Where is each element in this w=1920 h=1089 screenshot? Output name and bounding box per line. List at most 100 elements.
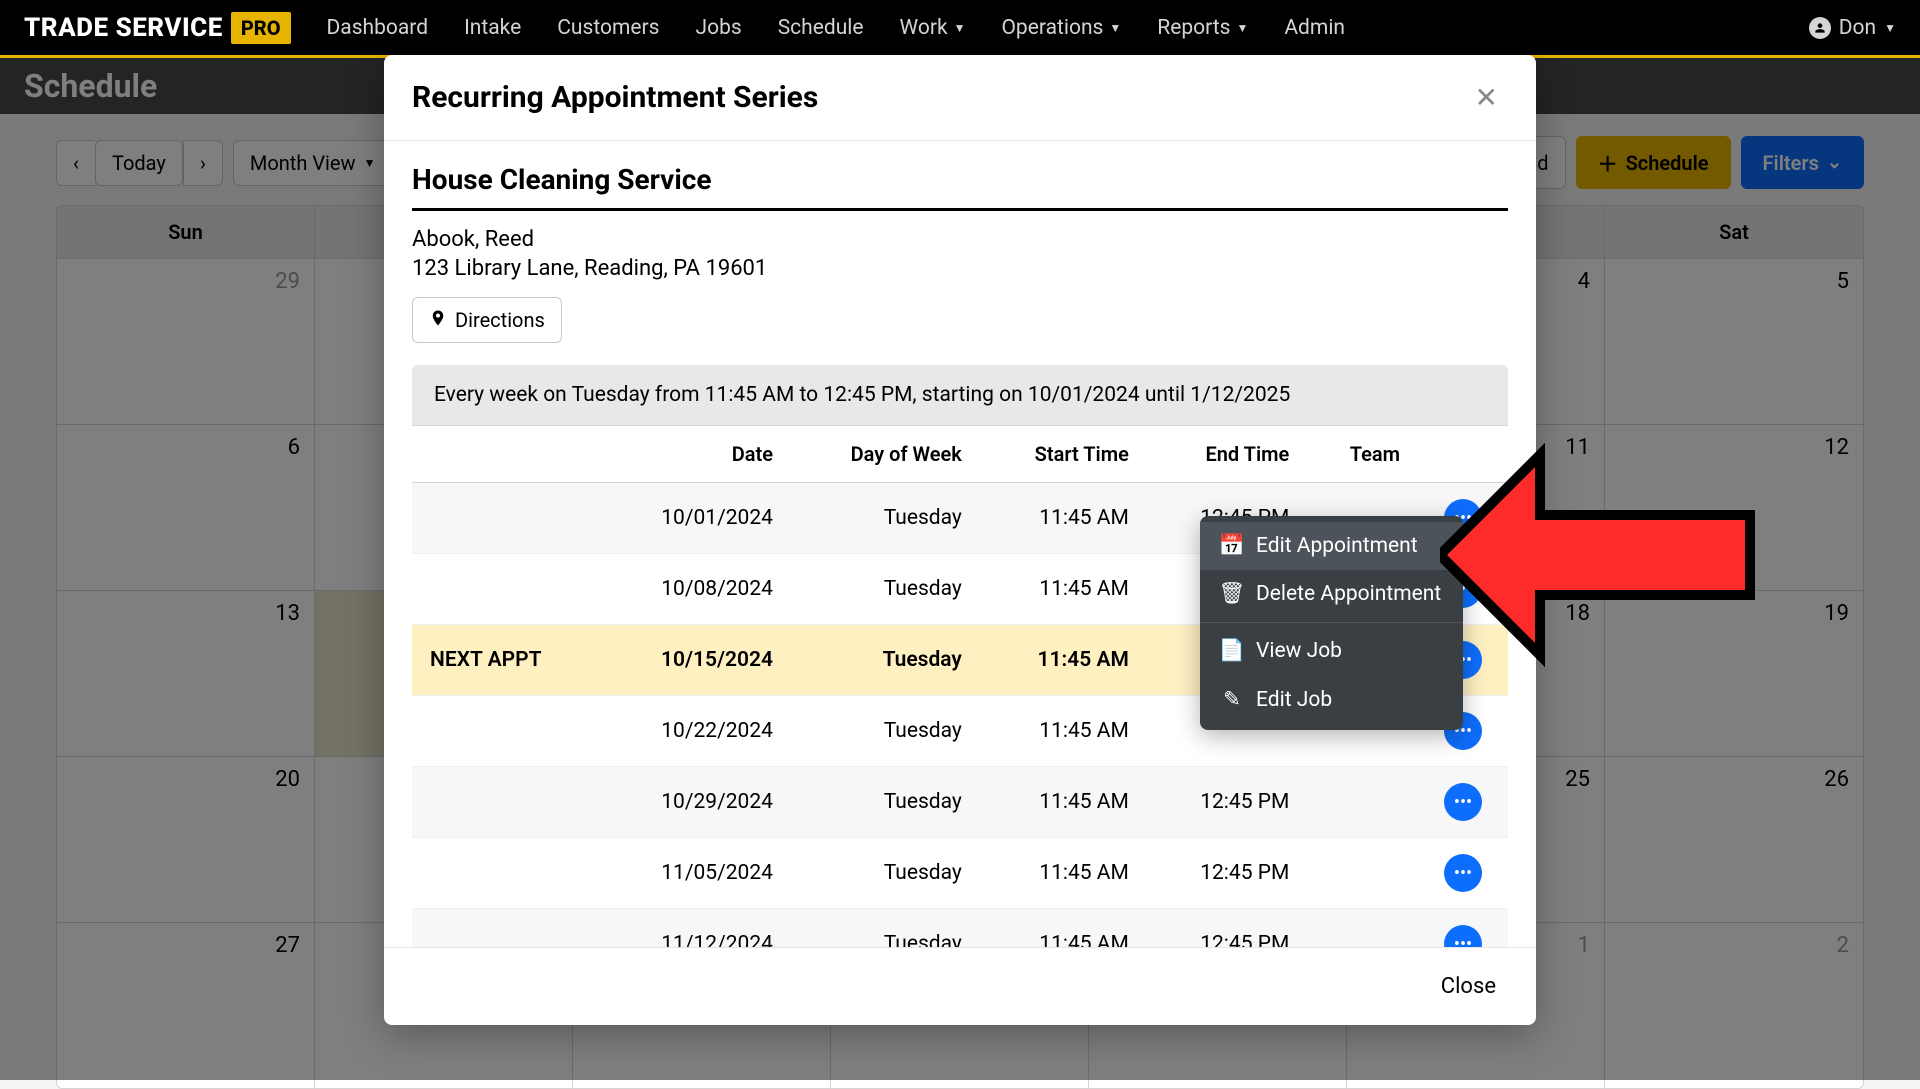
- close-button[interactable]: Close: [1429, 968, 1508, 1005]
- cell-team: [1307, 909, 1418, 948]
- nav-link-jobs[interactable]: Jobs: [696, 16, 742, 40]
- col-date: Date: [601, 426, 791, 483]
- dropdown-item-edit-job[interactable]: ✎ Edit Job: [1200, 675, 1463, 724]
- ellipsis-icon: •••: [1454, 934, 1472, 948]
- ellipsis-icon: •••: [1454, 863, 1472, 884]
- close-icon: ✕: [1475, 81, 1498, 114]
- nav-link-reports[interactable]: Reports▼: [1157, 16, 1248, 40]
- table-row: 11/12/2024Tuesday11:45 AM12:45 PM •••: [412, 909, 1508, 948]
- modal-footer: Close: [384, 947, 1536, 1025]
- dropdown-item-view-job[interactable]: 📄 View Job: [1200, 627, 1463, 675]
- cell-end: 12:45 PM: [1147, 838, 1307, 909]
- next-appt-cell: [412, 909, 601, 948]
- trash-icon: 🗑: [1222, 582, 1242, 606]
- cell-start: 11:45 AM: [980, 696, 1147, 767]
- table-row: 10/29/2024Tuesday11:45 AM12:45 PM •••: [412, 767, 1508, 838]
- dropdown-item-edit-appointment[interactable]: 📅 Edit Appointment: [1200, 522, 1463, 570]
- col-day-of-week: Day of Week: [791, 426, 980, 483]
- nav-link-dashboard[interactable]: Dashboard: [327, 16, 429, 40]
- cell-actions: •••: [1418, 909, 1508, 948]
- next-appt-cell: [412, 696, 601, 767]
- nav-link-work[interactable]: Work▼: [900, 16, 966, 40]
- next-appt-cell: [412, 767, 601, 838]
- location-icon: [429, 308, 447, 332]
- cell-dow: Tuesday: [791, 483, 980, 554]
- close-label: Close: [1441, 974, 1496, 999]
- row-menu-button[interactable]: •••: [1444, 783, 1482, 821]
- row-menu-button[interactable]: •••: [1444, 854, 1482, 892]
- cell-dow: Tuesday: [791, 767, 980, 838]
- cell-team: [1307, 838, 1418, 909]
- col-blank: [1418, 426, 1508, 483]
- nav-link-schedule[interactable]: Schedule: [778, 16, 864, 40]
- cell-team: [1307, 767, 1418, 838]
- directions-label: Directions: [455, 308, 545, 332]
- nav-user[interactable]: Don ▼: [1809, 16, 1896, 40]
- ellipsis-icon: •••: [1454, 792, 1472, 813]
- dropdown-label: Edit Job: [1256, 688, 1332, 712]
- cell-start: 11:45 AM: [980, 483, 1147, 554]
- cell-start: 11:45 AM: [980, 625, 1147, 696]
- cell-dow: Tuesday: [791, 909, 980, 948]
- calendar-icon: 📅: [1222, 534, 1242, 558]
- brand-pro: PRO: [231, 12, 291, 44]
- modal-title: Recurring Appointment Series: [412, 80, 818, 115]
- cell-start: 11:45 AM: [980, 767, 1147, 838]
- cell-date: 10/29/2024: [601, 767, 791, 838]
- cell-actions: •••: [1418, 767, 1508, 838]
- col-team: Team: [1307, 426, 1418, 483]
- nav-user-name: Don: [1839, 16, 1876, 40]
- cell-dow: Tuesday: [791, 696, 980, 767]
- row-menu-button[interactable]: •••: [1444, 925, 1482, 947]
- next-appt-cell: NEXT APPT: [412, 625, 601, 696]
- table-row: 11/05/2024Tuesday11:45 AM12:45 PM •••: [412, 838, 1508, 909]
- cell-end: 12:45 PM: [1147, 909, 1307, 948]
- top-nav: TRADE SERVICE PRO Dashboard Intake Custome…: [0, 0, 1920, 58]
- cell-date: 10/15/2024: [601, 625, 791, 696]
- dropdown-label: Edit Appointment: [1256, 534, 1418, 558]
- nav-link-operations[interactable]: Operations▼: [1001, 16, 1121, 40]
- cell-start: 11:45 AM: [980, 838, 1147, 909]
- next-appt-cell: [412, 554, 601, 625]
- col-blank: [412, 426, 601, 483]
- nav-link-customers[interactable]: Customers: [557, 16, 659, 40]
- nav-links: Dashboard Intake Customers Jobs Schedule Work…: [327, 16, 1346, 40]
- modal-overlay: Recurring Appointment Series ✕ House Cle…: [0, 58, 1920, 1080]
- cell-date: 11/05/2024: [601, 838, 791, 909]
- row-action-dropdown: 📅 Edit Appointment 🗑 Delete Appointment 📄 Vie…: [1200, 516, 1463, 730]
- directions-button[interactable]: Directions: [412, 297, 562, 343]
- chevron-down-icon: ▼: [1109, 21, 1121, 35]
- cell-dow: Tuesday: [791, 625, 980, 696]
- cell-date: 10/08/2024: [601, 554, 791, 625]
- cell-dow: Tuesday: [791, 838, 980, 909]
- col-end-time: End Time: [1147, 426, 1307, 483]
- chevron-down-icon: ▼: [1236, 21, 1248, 35]
- next-appt-cell: [412, 483, 601, 554]
- dropdown-label: Delete Appointment: [1256, 582, 1441, 606]
- nav-link-intake[interactable]: Intake: [464, 16, 521, 40]
- cell-date: 10/01/2024: [601, 483, 791, 554]
- col-start-time: Start Time: [980, 426, 1147, 483]
- customer-name: Abook, Reed: [412, 227, 1508, 252]
- dropdown-divider: [1200, 622, 1463, 623]
- chevron-down-icon: ▼: [1884, 21, 1896, 35]
- cell-actions: •••: [1418, 838, 1508, 909]
- cell-start: 11:45 AM: [980, 909, 1147, 948]
- series-title: House Cleaning Service: [412, 163, 1508, 211]
- file-icon: 📄: [1222, 639, 1242, 663]
- cell-date: 10/22/2024: [601, 696, 791, 767]
- cell-end: 12:45 PM: [1147, 767, 1307, 838]
- recurrence-summary: Every week on Tuesday from 11:45 AM to 1…: [412, 365, 1508, 425]
- chevron-down-icon: ▼: [954, 21, 966, 35]
- dropdown-item-delete-appointment[interactable]: 🗑 Delete Appointment: [1200, 570, 1463, 618]
- nav-link-admin[interactable]: Admin: [1284, 16, 1345, 40]
- brand: TRADE SERVICE PRO: [24, 12, 291, 44]
- customer-address: 123 Library Lane, Reading, PA 19601: [412, 256, 1508, 281]
- modal-header: Recurring Appointment Series ✕: [384, 55, 1536, 140]
- brand-text: TRADE SERVICE: [24, 13, 223, 43]
- user-icon: [1809, 17, 1831, 39]
- modal-close-button[interactable]: ✕: [1465, 77, 1508, 118]
- dropdown-label: View Job: [1256, 639, 1342, 663]
- pencil-icon: ✎: [1222, 687, 1242, 712]
- cell-date: 11/12/2024: [601, 909, 791, 948]
